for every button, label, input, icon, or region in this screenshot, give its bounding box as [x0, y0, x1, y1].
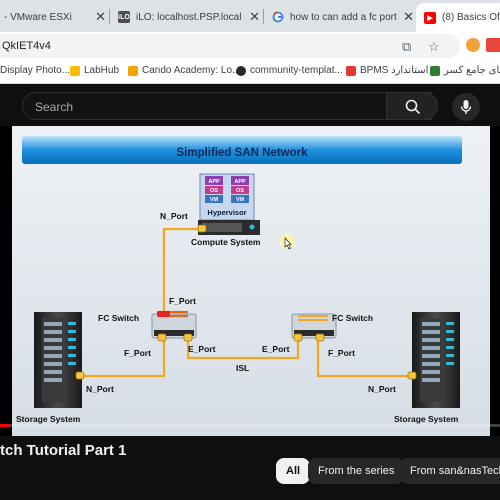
github-icon: [236, 65, 246, 76]
fc-switch-left: [151, 310, 197, 342]
browser-toolbar: QkIET4v4 ⧉ ☆: [0, 32, 500, 60]
vm2-vm-label: VM: [236, 197, 245, 203]
extension-icon[interactable]: [486, 38, 500, 52]
extension-icon[interactable]: [466, 38, 480, 52]
vm1-app-label: APP: [208, 179, 220, 185]
e-port-right-connector: [293, 333, 303, 342]
bookmarks-bar: Display Photo... LabHub Cando Academy: L…: [0, 60, 500, 84]
storage-system-left: [34, 312, 85, 408]
vm2-app-label: APP: [234, 179, 246, 185]
fc-switch-left-label: FC Switch: [98, 313, 139, 323]
tab-google[interactable]: how to can add a fc port on ✕: [264, 4, 414, 30]
bookmark-label: Cando Academy: Lo...: [142, 65, 241, 76]
video-frame: Simplified SAN Network APP OS VM APP OS …: [12, 126, 490, 436]
youtube-icon: ▶: [424, 11, 436, 24]
tab-title: iLO: localhost.PSP.local - iLO: [136, 11, 245, 23]
google-icon: [272, 11, 284, 23]
ilo-icon: iLO: [118, 11, 130, 23]
tab-title: - VMware ESXi: [4, 11, 72, 23]
isl-label: ISL: [236, 363, 249, 373]
server-drive-bay: [202, 223, 242, 232]
address-bar[interactable]: QkIET4v4 ⧉ ☆: [0, 34, 460, 58]
f-port-left-label: F_Port: [124, 348, 151, 358]
close-icon[interactable]: ✕: [95, 9, 106, 25]
bookmark-label: community-templat...: [250, 65, 343, 76]
close-icon[interactable]: ✕: [403, 9, 414, 25]
tab-vmware[interactable]: - VMware ESXi ✕: [0, 4, 106, 30]
san-diagram: Simplified SAN Network APP OS VM APP OS …: [12, 126, 490, 436]
bookmark-item[interactable]: های جامع کسر...: [430, 65, 500, 76]
f-port-top-label: F_Port: [169, 296, 196, 306]
f-port-left-connector: [157, 333, 167, 342]
hba-port-top: [197, 224, 207, 233]
bookmark-item[interactable]: BPMS استاندارد: [346, 65, 428, 76]
n-port-right-label: N_Port: [368, 384, 396, 394]
storage-left-port: [75, 371, 85, 380]
server-led: [249, 224, 255, 230]
tab-ilo[interactable]: iLO iLO: localhost.PSP.local - iLO ✕: [110, 4, 260, 30]
chip-from-channel[interactable]: From san&nasTechie: [400, 458, 500, 484]
tab-title: how to can add a fc port on: [290, 11, 400, 23]
search-button[interactable]: [386, 92, 438, 120]
close-icon[interactable]: ✕: [249, 9, 260, 25]
chip-all[interactable]: All: [276, 458, 311, 484]
vm1-os-label: OS: [210, 188, 218, 194]
cando-icon: [128, 65, 138, 76]
bookmark-label: Display Photo...: [0, 65, 71, 76]
bookmark-item[interactable]: community-templat...: [236, 65, 343, 76]
bookmark-item[interactable]: Cando Academy: Lo...: [128, 65, 240, 76]
voice-search-button[interactable]: [452, 93, 480, 121]
youtube-header: Search: [0, 84, 500, 126]
vm1-vm-label: VM: [210, 197, 219, 203]
storage-left-label: Storage System: [16, 414, 81, 424]
n-port-top-label: N_Port: [160, 211, 188, 221]
n-port-left-label: N_Port: [86, 384, 114, 394]
e-port-left-connector: [183, 333, 193, 342]
f-port-top-connector: [157, 311, 170, 317]
bookmark-label: BPMS استاندارد: [360, 65, 429, 76]
bookmark-favicon: [430, 65, 440, 76]
install-app-icon[interactable]: ⧉: [402, 39, 411, 55]
storage-right-port: [407, 371, 417, 380]
video-player[interactable]: Simplified SAN Network APP OS VM APP OS …: [0, 126, 500, 436]
storage-right-label: Storage System: [394, 414, 459, 424]
progress-track[interactable]: [0, 424, 500, 427]
tab-title: (8) Basics Of SAN: [442, 12, 500, 23]
video-title: tch Tutorial Part 1: [0, 442, 127, 459]
progress-played: [0, 424, 10, 427]
chip-from-series[interactable]: From the series: [308, 458, 405, 484]
fc-switch-right-label: FC Switch: [332, 313, 373, 323]
tab-youtube-active[interactable]: ▶ (8) Basics Of SAN: [416, 3, 500, 32]
hypervisor-group: APP OS VM APP OS VM Hypervisor Compute S…: [191, 173, 261, 247]
search-input[interactable]: Search: [22, 92, 432, 120]
storage-system-right: [407, 312, 460, 408]
bookmark-label: LabHub: [84, 65, 120, 76]
bookmark-item[interactable]: LabHub: [70, 65, 119, 76]
e-port-left-label: E_Port: [188, 344, 216, 354]
bookmark-star-icon[interactable]: ☆: [428, 39, 440, 55]
fc-switch-right: [291, 313, 337, 342]
search-placeholder: Search: [35, 100, 74, 114]
f-port-right-label: F_Port: [328, 348, 355, 358]
hypervisor-label: Hypervisor: [207, 208, 246, 217]
microphone-icon: [460, 100, 472, 114]
browser-tab-strip: - VMware ESXi ✕ iLO iLO: localhost.PSP.l…: [0, 0, 500, 32]
vm2-os-label: OS: [236, 188, 244, 194]
slide-title: Simplified SAN Network: [177, 147, 309, 159]
compute-system-label: Compute System: [191, 237, 261, 247]
f-port-right-connector: [315, 333, 325, 342]
video-info: tch Tutorial Part 1 All From the series …: [0, 436, 500, 500]
e-port-right-label: E_Port: [262, 344, 290, 354]
url-text: QkIET4v4: [2, 40, 51, 52]
bookmark-label: های جامع کسر...: [444, 65, 500, 76]
bpms-icon: [346, 65, 356, 76]
folder-icon: [70, 65, 80, 76]
search-icon: [405, 99, 421, 115]
bookmark-item[interactable]: Display Photo...: [0, 65, 70, 76]
